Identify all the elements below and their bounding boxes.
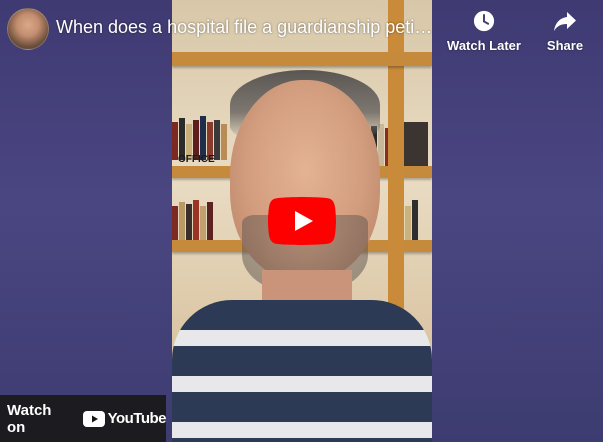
watch-on-label: Watch on xyxy=(7,401,52,436)
share-button[interactable]: Share xyxy=(540,10,590,53)
share-label: Share xyxy=(546,38,584,53)
watch-later-button[interactable]: Watch Later xyxy=(444,10,524,53)
channel-avatar[interactable] xyxy=(7,8,49,50)
video-title[interactable]: When does a hospital file a guardianship… xyxy=(56,17,436,38)
youtube-logo: YouTube xyxy=(82,410,167,427)
youtube-logo-icon xyxy=(82,410,105,427)
shelf-sign: OFFICE xyxy=(178,154,215,165)
watch-later-label: Watch Later xyxy=(447,38,521,53)
play-icon xyxy=(268,197,336,245)
clock-icon xyxy=(473,10,495,32)
person-striped-sweater xyxy=(172,300,432,442)
play-button[interactable] xyxy=(268,197,336,245)
player-header: When does a hospital file a guardianship… xyxy=(0,0,603,56)
youtube-wordmark: YouTube xyxy=(107,410,167,427)
youtube-embed-player[interactable]: OFFICE When does a hospital file a guard… xyxy=(0,0,603,442)
share-arrow-icon xyxy=(554,12,576,31)
books-row-lower xyxy=(172,198,214,242)
watch-on-youtube-button[interactable]: Watch on YouTube xyxy=(0,395,167,442)
